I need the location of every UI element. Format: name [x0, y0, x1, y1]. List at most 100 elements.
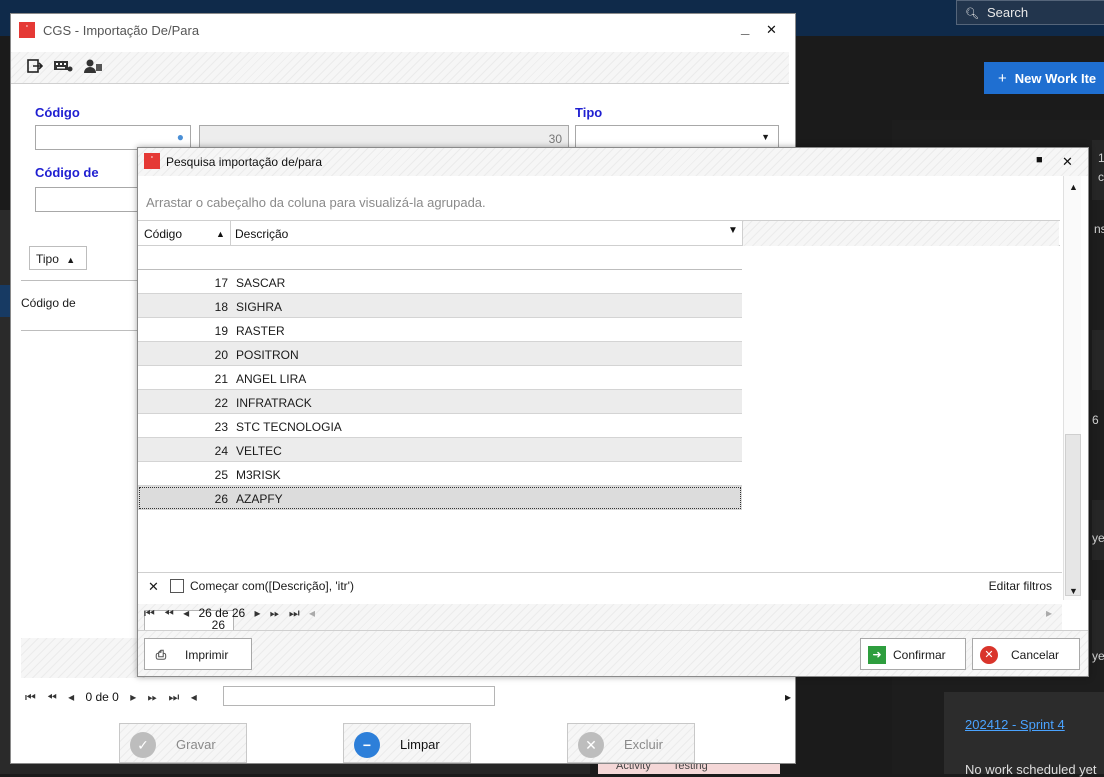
active-filter-bar: ✕ Começar com([Descrição], 'itr') Editar…	[138, 572, 1062, 600]
grid-filter-row[interactable]	[138, 246, 742, 270]
vertical-scrollbar[interactable]: ▲ ▼	[1063, 176, 1081, 600]
prev-record-icon[interactable]: ◂	[183, 606, 189, 620]
dialog-title-bar: ˈ Pesquisa importação de/para ■ ✕	[138, 148, 1088, 176]
background-card	[1092, 330, 1104, 390]
table-row[interactable]: 24 VELTEC	[138, 438, 742, 462]
dialog-title: Pesquisa importação de/para	[166, 155, 323, 169]
cell-descricao: INFRATRACK	[236, 396, 312, 410]
clear-button[interactable]: − Limpar	[343, 723, 471, 763]
prev-page-icon[interactable]: ⏪︎	[47, 690, 57, 705]
background-search-box[interactable]: 🔍︎ Search	[956, 0, 1104, 25]
group-footer	[21, 638, 145, 678]
main-title-bar: ˈ CGS - Importação De/Para _ ✕	[11, 14, 795, 44]
cell-descricao: VELTEC	[236, 444, 282, 458]
cell-codigo: 20	[214, 348, 228, 362]
filter-expression[interactable]: Começar com([Descrição], 'itr')	[190, 579, 354, 593]
scrollbar-thumb[interactable]	[1065, 434, 1081, 596]
group-row-codigo-de[interactable]: Código de	[21, 296, 145, 310]
group-by-hint: Arrastar o cabeçalho da coluna para visu…	[146, 195, 486, 210]
keyboard-icon[interactable]	[53, 58, 73, 76]
save-button-label: Gravar	[176, 737, 216, 752]
scroll-left-icon[interactable]: ◂	[309, 606, 315, 620]
clear-filter-icon[interactable]: ✕	[148, 579, 159, 595]
users-icon[interactable]	[83, 58, 103, 76]
minimize-button[interactable]: _	[741, 20, 749, 37]
results-grid: Código ▲ Descrição ▼ 17 SASCAR 18 SIGHRA 19 R…	[138, 220, 1062, 642]
cell-codigo: 22	[214, 396, 228, 410]
first-record-icon[interactable]: ⏮︎	[144, 606, 155, 621]
save-button[interactable]: ✓ Gravar	[119, 723, 247, 763]
filter-icon[interactable]: ▼	[728, 225, 738, 236]
chevron-down-icon: ▼	[761, 132, 770, 142]
sprint-note: No work scheduled yet	[965, 762, 1097, 777]
tipo-column-header[interactable]: Tipo ▲	[29, 246, 87, 270]
dialog-record-navigator: ⏮︎ ⏪︎ ◂ 26 de 26 ▸ ⏩︎ ⏭︎ ◂ ▸	[144, 606, 1056, 626]
cell-descricao: SIGHRA	[236, 300, 283, 314]
codigo-de-input[interactable]	[35, 187, 145, 212]
confirm-button[interactable]: ➜ Confirmar	[860, 638, 966, 670]
main-record-position: 0 de 0	[85, 690, 119, 704]
confirm-button-label: Confirmar	[893, 648, 946, 662]
cell-codigo: 23	[214, 420, 228, 434]
delete-button[interactable]: ✕ Excluir	[567, 723, 695, 763]
column-header-codigo[interactable]: Código	[144, 227, 182, 241]
new-work-item-label: New Work Ite	[1014, 71, 1097, 86]
last-record-icon[interactable]: ⏭︎	[289, 606, 300, 621]
scroll-right-icon[interactable]: ▸	[785, 690, 791, 704]
next-record-icon[interactable]: ▸	[130, 690, 136, 704]
prev-record-icon[interactable]: ◂	[68, 690, 74, 704]
cell-codigo: 26	[214, 492, 228, 506]
edit-filters-link[interactable]: Editar filtros	[989, 579, 1052, 593]
cell-descricao: STC TECNOLOGIA	[236, 420, 342, 434]
column-header-descricao[interactable]: Descrição	[235, 227, 288, 241]
scroll-right-icon[interactable]: ▸	[1046, 606, 1052, 620]
background-bottom-strip	[10, 764, 590, 774]
table-row[interactable]: 17 SASCAR	[138, 270, 742, 294]
check-icon: ✓	[130, 732, 156, 758]
cell-descricao: M3RISK	[236, 468, 281, 482]
next-page-icon[interactable]: ⏩︎	[148, 690, 158, 705]
next-record-icon[interactable]: ▸	[255, 606, 261, 620]
background-fragment: 6	[1092, 413, 1099, 427]
table-row[interactable]: 25 M3RISK	[138, 462, 742, 486]
prev-page-icon[interactable]: ⏪︎	[164, 606, 174, 621]
cancel-button-label: Cancelar	[1011, 648, 1060, 662]
main-horizontal-scrollbar[interactable]	[223, 686, 495, 706]
search-dialog: ˈ Pesquisa importação de/para ■ ✕ Arrast…	[137, 147, 1089, 677]
tipo-label: Tipo	[575, 105, 603, 120]
new-work-item-button[interactable]: + New Work Ite	[984, 62, 1104, 94]
cancel-button[interactable]: ✕ Cancelar	[972, 638, 1080, 670]
background-fragment: yet	[1092, 531, 1104, 545]
table-row[interactable]: 21 ANGEL LIRA	[138, 366, 742, 390]
first-record-icon[interactable]: ⏮︎	[25, 690, 36, 705]
background-fragment: yet	[1092, 649, 1104, 663]
cell-codigo: 19	[214, 324, 228, 338]
dialog-close-button[interactable]: ✕	[1062, 154, 1073, 170]
export-icon[interactable]	[25, 58, 45, 76]
main-window-title: CGS - Importação De/Para	[43, 23, 200, 38]
table-row[interactable]: 22 INFRATRACK	[138, 390, 742, 414]
scroll-left-icon[interactable]: ◂	[191, 690, 197, 704]
next-page-icon[interactable]: ⏩︎	[270, 606, 280, 621]
print-button[interactable]: ⎙ Imprimir	[144, 638, 252, 670]
main-toolbar	[11, 52, 789, 84]
table-row[interactable]: 26 AZAPFY	[138, 486, 742, 510]
filter-enable-checkbox[interactable]	[170, 579, 184, 593]
table-row[interactable]: 18 SIGHRA	[138, 294, 742, 318]
search-placeholder: Search	[986, 5, 1029, 20]
table-row[interactable]: 19 RASTER	[138, 318, 742, 342]
background-left-accent	[0, 285, 10, 317]
close-button[interactable]: ✕	[766, 22, 777, 38]
table-row[interactable]: 23 STC TECNOLOGIA	[138, 414, 742, 438]
last-record-icon[interactable]: ⏭︎	[169, 690, 180, 705]
background-fragment: c	[1098, 170, 1104, 184]
scroll-up-icon[interactable]: ▲	[1069, 182, 1078, 192]
arrow-right-icon: ➜	[868, 646, 886, 664]
maximize-button[interactable]: ■	[1036, 154, 1043, 166]
cell-codigo: 17	[214, 276, 228, 290]
lookup-icon[interactable]: ●	[177, 130, 184, 144]
scroll-down-icon[interactable]: ▼	[1069, 586, 1078, 596]
x-circle-icon: ✕	[578, 732, 604, 758]
table-row[interactable]: 20 POSITRON	[138, 342, 742, 366]
sprint-link[interactable]: 202412 - Sprint 4	[965, 717, 1065, 732]
